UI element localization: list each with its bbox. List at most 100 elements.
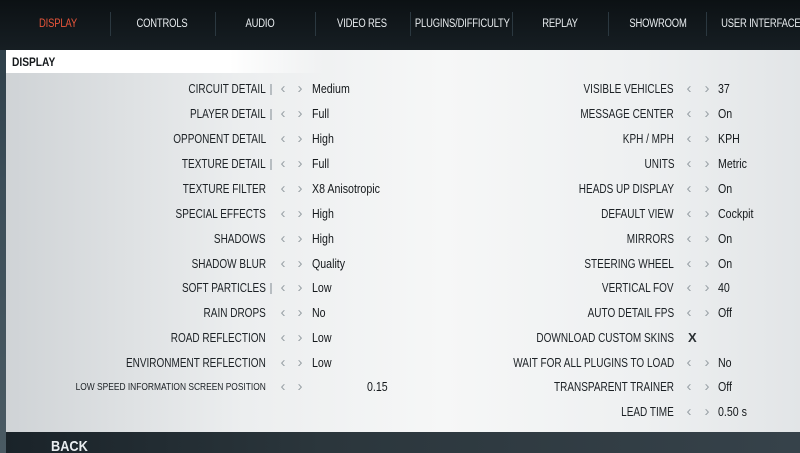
chevron-left-icon[interactable]: ‹: [276, 206, 290, 221]
chevron-left-icon[interactable]: ‹: [682, 181, 696, 196]
setting-row-rain-drops: RAIN DROPS ‹ › No: [6, 303, 406, 323]
chevron-right-icon[interactable]: ›: [700, 256, 714, 271]
setting-row-environment-reflection: ENVIRONMENT REFLECTION ‹ › Low: [6, 353, 406, 373]
chevron-right-icon[interactable]: ›: [293, 181, 307, 196]
tab-user-interface[interactable]: USER INTERFACE: [721, 18, 800, 34]
chevron-right-icon[interactable]: ›: [700, 355, 714, 370]
chevron-right-icon[interactable]: ›: [293, 81, 307, 96]
chevron-left-icon[interactable]: ‹: [276, 181, 290, 196]
chevron-left-icon[interactable]: ‹: [276, 81, 290, 96]
setting-row-default-view: DEFAULT VIEW ‹ › Cockpit: [406, 204, 800, 224]
setting-label: MIRRORS: [626, 232, 674, 246]
chevron-left-icon[interactable]: ‹: [682, 106, 696, 121]
chevron-right-icon[interactable]: ›: [700, 131, 714, 146]
setting-label: SHADOWS: [214, 232, 266, 246]
chevron-left-icon[interactable]: ‹: [682, 81, 696, 96]
tab-divider: [315, 12, 316, 36]
setting-row-kph-mph: KPH / MPH ‹ › KPH: [406, 129, 800, 149]
setting-label: SPECIAL EFFECTS: [175, 207, 266, 221]
setting-row-message-center: MESSAGE CENTER ‹ › On: [406, 104, 800, 124]
chevron-left-icon[interactable]: ‹: [682, 131, 696, 146]
chevron-left-icon[interactable]: ‹: [276, 256, 290, 271]
section-header: DISPLAY: [6, 50, 326, 73]
setting-value: Low: [312, 356, 332, 370]
chevron-left-icon[interactable]: ‹: [682, 206, 696, 221]
chevron-left-icon[interactable]: ‹: [276, 379, 290, 394]
chevron-left-icon[interactable]: ‹: [276, 330, 290, 345]
disabled-marker: [270, 159, 272, 170]
chevron-left-icon[interactable]: ‹: [276, 156, 290, 171]
tab-divider: [608, 12, 609, 36]
setting-label: LEAD TIME: [621, 405, 674, 419]
chevron-right-icon[interactable]: ›: [293, 206, 307, 221]
chevron-right-icon[interactable]: ›: [293, 256, 307, 271]
chevron-left-icon[interactable]: ‹: [682, 280, 696, 295]
disabled-marker: [270, 283, 272, 294]
tab-divider: [706, 12, 707, 36]
chevron-left-icon[interactable]: ‹: [276, 106, 290, 121]
tab-video-res[interactable]: VIDEO RES: [332, 18, 393, 34]
setting-row-texture-filter: TEXTURE FILTER ‹ › X8 Anisotropic: [6, 179, 406, 199]
setting-value: On: [718, 232, 733, 246]
chevron-right-icon[interactable]: ›: [293, 280, 307, 295]
setting-row-player-detail: PLAYER DETAIL ‹ › Full: [6, 104, 406, 124]
settings-panel: DISPLAY CIRCUIT DETAIL ‹ › Medium PLAYER…: [6, 50, 800, 432]
chevron-left-icon[interactable]: ‹: [276, 131, 290, 146]
tab-audio[interactable]: AUDIO: [235, 18, 284, 34]
chevron-right-icon[interactable]: ›: [700, 404, 714, 419]
chevron-left-icon[interactable]: ‹: [682, 305, 696, 320]
setting-label: TRANSPARENT TRAINER: [553, 380, 674, 394]
setting-value: 40: [718, 281, 730, 295]
chevron-right-icon[interactable]: ›: [700, 231, 714, 246]
x-checkbox-icon[interactable]: X: [688, 330, 697, 345]
chevron-right-icon[interactable]: ›: [700, 305, 714, 320]
setting-value: On: [718, 182, 733, 196]
setting-row-visible-vehicles: VISIBLE VEHICLES ‹ › 37: [406, 79, 800, 99]
tab-plugins-difficulty[interactable]: PLUGINS/DIFFICULTY: [415, 18, 510, 34]
chevron-right-icon[interactable]: ›: [700, 106, 714, 121]
setting-row-soft-particles: SOFT PARTICLES ‹ › Low: [6, 278, 406, 298]
chevron-left-icon[interactable]: ‹: [682, 231, 696, 246]
chevron-right-icon[interactable]: ›: [293, 131, 307, 146]
setting-value: Low: [312, 331, 332, 345]
chevron-right-icon[interactable]: ›: [293, 379, 307, 394]
chevron-right-icon[interactable]: ›: [700, 181, 714, 196]
back-button[interactable]: BACK: [51, 438, 88, 453]
setting-row-circuit-detail: CIRCUIT DETAIL ‹ › Medium: [6, 79, 406, 99]
setting-value: Off: [718, 380, 732, 394]
chevron-left-icon[interactable]: ‹: [682, 379, 696, 394]
chevron-right-icon[interactable]: ›: [293, 106, 307, 121]
setting-row-transparent-trainer: TRANSPARENT TRAINER ‹ › Off: [406, 377, 800, 397]
chevron-left-icon[interactable]: ‹: [276, 305, 290, 320]
chevron-left-icon[interactable]: ‹: [276, 355, 290, 370]
setting-value: 0.15: [367, 380, 388, 394]
chevron-right-icon[interactable]: ›: [700, 156, 714, 171]
setting-row-special-effects: SPECIAL EFFECTS ‹ › High: [6, 204, 406, 224]
chevron-right-icon[interactable]: ›: [293, 156, 307, 171]
tab-display[interactable]: DISPLAY: [27, 18, 89, 34]
chevron-right-icon[interactable]: ›: [700, 206, 714, 221]
setting-row-shadow-blur: SHADOW BLUR ‹ › Quality: [6, 254, 406, 274]
chevron-right-icon[interactable]: ›: [700, 379, 714, 394]
chevron-right-icon[interactable]: ›: [293, 305, 307, 320]
chevron-right-icon[interactable]: ›: [293, 231, 307, 246]
setting-row-wait-for-all-plugins: WAIT FOR ALL PLUGINS TO LOAD ‹ › No: [406, 353, 800, 373]
chevron-left-icon[interactable]: ‹: [276, 280, 290, 295]
chevron-right-icon[interactable]: ›: [293, 330, 307, 345]
tab-controls[interactable]: CONTROLS: [128, 18, 197, 34]
chevron-right-icon[interactable]: ›: [293, 355, 307, 370]
chevron-left-icon[interactable]: ‹: [276, 231, 290, 246]
tab-replay[interactable]: REPLAY: [535, 18, 584, 34]
chevron-left-icon[interactable]: ‹: [682, 256, 696, 271]
setting-row-mirrors: MIRRORS ‹ › On: [406, 229, 800, 249]
chevron-right-icon[interactable]: ›: [700, 81, 714, 96]
chevron-left-icon[interactable]: ‹: [682, 404, 696, 419]
chevron-left-icon[interactable]: ‹: [682, 355, 696, 370]
setting-label: DEFAULT VIEW: [601, 207, 674, 221]
chevron-left-icon[interactable]: ‹: [682, 156, 696, 171]
tab-showroom[interactable]: SHOWROOM: [627, 18, 689, 34]
setting-row-low-speed-info-position: LOW SPEED INFORMATION SCREEN POSITION ‹ …: [6, 377, 406, 397]
chevron-right-icon[interactable]: ›: [700, 280, 714, 295]
setting-label: WAIT FOR ALL PLUGINS TO LOAD: [513, 356, 674, 370]
setting-value: Full: [312, 157, 330, 171]
